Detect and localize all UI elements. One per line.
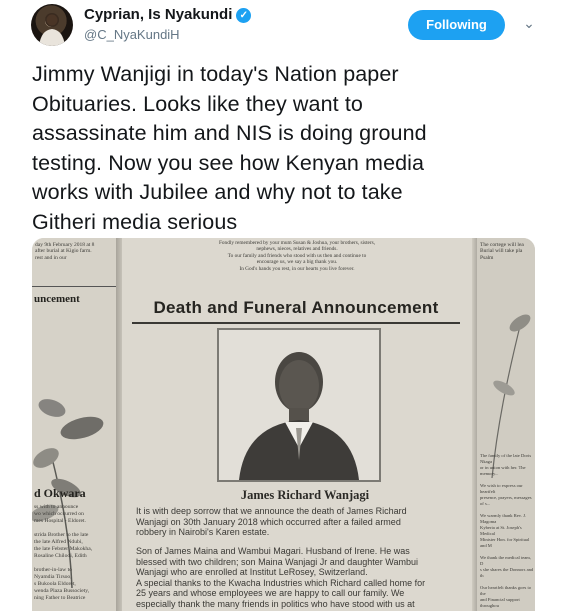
left-column-heading: uncement — [34, 293, 80, 305]
author-avatar[interactable] — [31, 4, 73, 46]
announcement-paragraph-2: Son of James Maina and Wambui Magari. Hu… — [136, 546, 426, 609]
deceased-name: James Richard Wanjagi — [240, 488, 370, 502]
tweet-text: Jimmy Wanjigi in today's Nation paper Ob… — [32, 62, 427, 234]
author-name[interactable]: Cyprian, Is Nyakundi ✓ — [84, 6, 252, 23]
author-handle[interactable]: @C_NyaKundiH — [84, 27, 180, 42]
left-divider — [32, 286, 116, 287]
chevron-down-icon[interactable]: ⌄ — [520, 15, 538, 33]
newspaper-top-right-text: The cortege will lea Burial will take pl… — [480, 242, 524, 261]
tweet-media-image[interactable]: day 9th February 2018 at 8 after burial … — [32, 238, 535, 611]
newspaper-top-center-text: Fondly remembered by your mum Susan & Jo… — [218, 240, 376, 272]
left-obituary-body: ss with to announce wo which occurred on… — [34, 504, 93, 601]
right-column-body: The family of the late Doris Nkaga or in… — [480, 453, 534, 608]
right-plant-icon — [491, 314, 531, 478]
left-obituary-name: d Okwara — [34, 486, 86, 500]
announcement-paragraph-1: It is with deep sorrow that we announce … — [136, 506, 407, 537]
newspaper-top-left-text: day 9th February 2018 at 8 after burial … — [35, 242, 95, 261]
following-button[interactable]: Following — [408, 10, 505, 40]
deceased-portrait-photo — [217, 328, 381, 482]
verified-badge-icon: ✓ — [236, 8, 252, 23]
author-name-text[interactable]: Cyprian, Is Nyakundi — [84, 6, 232, 23]
headline-rule — [132, 322, 460, 324]
death-announcement-headline: Death and Funeral Announcement — [153, 298, 439, 317]
